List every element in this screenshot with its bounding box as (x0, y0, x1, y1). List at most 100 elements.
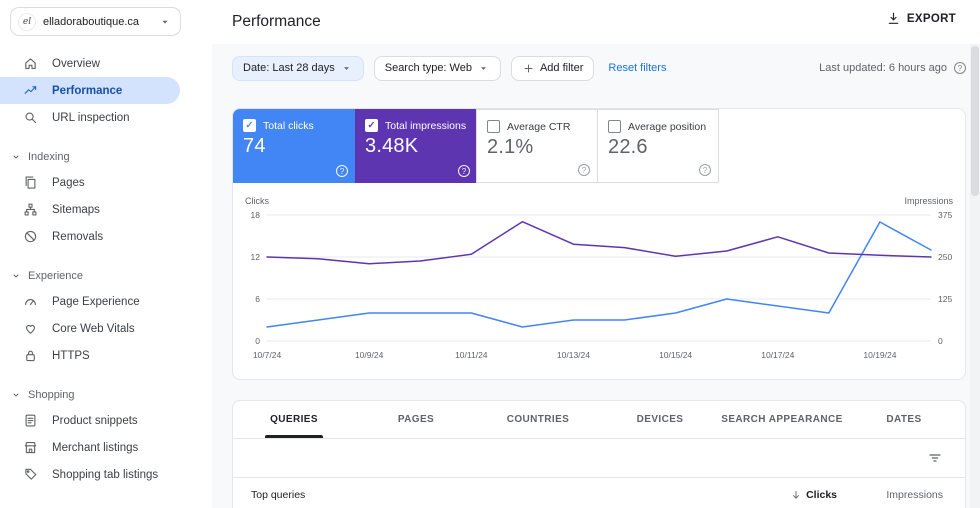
chip-label: Date: Last 28 days (243, 62, 335, 74)
help-icon[interactable] (578, 164, 590, 176)
sidebar-item-performance[interactable]: Performance (0, 77, 180, 104)
core-web-vitals-icon (26, 324, 35, 334)
sidebar-item-label: Overview (52, 57, 100, 70)
chevron-down-icon (13, 274, 19, 278)
tab-devices[interactable]: DEVICES (599, 401, 721, 438)
sidebar-item-merchant-listings[interactable]: Merchant listings (0, 434, 180, 461)
svg-text:6: 6 (255, 294, 260, 304)
filter-chip-row: Date: Last 28 days Search type: Web Add fi… (232, 55, 595, 81)
pages-icon (25, 176, 36, 189)
metric-label: Total clicks (263, 119, 314, 132)
tab-label: PAGES (397, 414, 435, 425)
table-filter-bar (233, 439, 965, 478)
filter-chip-date-last-28-days[interactable]: Date: Last 28 days (232, 55, 364, 81)
sidebar-item-label: URL inspection (52, 111, 130, 124)
tab-pages[interactable]: PAGES (355, 401, 477, 438)
chevron-down-icon (13, 155, 19, 159)
svg-text:18: 18 (251, 210, 261, 220)
sidebar-nav: Overview Performance URL inspection Indexin… (0, 44, 212, 508)
chip-label: Add filter (539, 62, 584, 74)
property-logo-icon: el (18, 12, 36, 31)
help-icon[interactable] (458, 165, 470, 177)
sidebar-item-page-experience[interactable]: Page Experience (0, 288, 180, 315)
svg-text:10/19/24: 10/19/24 (863, 350, 896, 360)
sort-arrow-icon (790, 489, 802, 501)
sidebar-item-https[interactable]: HTTPS (0, 342, 180, 369)
metric-tile-total-impressions[interactable]: Total impressions 3.48K (355, 109, 477, 183)
sidebar-item-label: Shopping tab listings (52, 468, 159, 481)
property-selector[interactable]: el elladoraboutique.ca (10, 7, 181, 36)
tab-bar: QUERIES PAGES COUNTRIES DEVICES SEARCH APPEA… (233, 401, 965, 439)
metric-tile-total-clicks[interactable]: Total clicks 74 (233, 109, 355, 183)
tab-search-appearance[interactable]: SEARCH APPEARANCE (721, 401, 843, 438)
sidebar-item-overview[interactable]: Overview (0, 50, 180, 77)
svg-text:10/17/24: 10/17/24 (761, 350, 794, 360)
metric-checkbox[interactable] (243, 119, 256, 132)
metric-value: 74 (243, 135, 266, 157)
page-title: Performance (232, 13, 321, 30)
svg-text:125: 125 (938, 294, 952, 304)
section-header-security-manual-actions[interactable]: Security & Manual Actions (0, 502, 212, 508)
metric-tile-average-ctr[interactable]: Average CTR 2.1% (476, 109, 598, 183)
svg-text:10/13/24: 10/13/24 (557, 350, 590, 360)
help-icon[interactable] (336, 165, 348, 177)
column-header-clicks[interactable]: Clicks (727, 489, 837, 501)
tab-dates[interactable]: DATES (843, 401, 965, 438)
sidebar-item-label: Removals (52, 230, 104, 243)
filter-chip-search-type-web[interactable]: Search type: Web (373, 55, 501, 81)
sidebar-item-label: Sitemaps (52, 203, 100, 216)
chevron-down-icon (13, 393, 19, 397)
top-bar: el elladoraboutique.ca Performance EXPOR… (0, 0, 980, 44)
home-icon (25, 58, 36, 69)
svg-text:10/7/24: 10/7/24 (253, 350, 282, 360)
section-header-indexing[interactable]: Indexing (0, 145, 212, 169)
section-header-label: Experience (28, 270, 84, 282)
export-button[interactable]: EXPORT (886, 11, 956, 26)
performance-chart[interactable]: 0 0 6 125 12 250 18 375 Clicks Impressions 10/7/24… (245, 195, 955, 375)
metric-label: Average CTR (507, 120, 571, 133)
filter-list-icon[interactable] (927, 450, 943, 466)
dimensions-card: QUERIES PAGES COUNTRIES DEVICES SEARCH APPEA… (232, 400, 966, 508)
svg-text:Impressions: Impressions (904, 196, 953, 206)
section-header-shopping[interactable]: Shopping (0, 383, 212, 407)
tab-label: QUERIES (270, 414, 318, 425)
sidebar-item-core-web-vitals[interactable]: Core Web Vitals (0, 315, 180, 342)
metric-tile-average-position[interactable]: Average position 22.6 (597, 109, 719, 183)
sidebar-item-url-inspection[interactable]: URL inspection (0, 104, 180, 131)
help-icon[interactable] (699, 164, 711, 176)
column-header-top-queries[interactable]: Top queries (251, 489, 727, 501)
product-snippets-icon (25, 414, 36, 427)
download-icon (886, 11, 901, 26)
sidebar-item-product-snippets[interactable]: Product snippets (0, 407, 180, 434)
svg-text:375: 375 (938, 210, 952, 220)
plus-icon (522, 62, 535, 75)
tab-label: DEVICES (636, 414, 684, 425)
sidebar-item-shopping-tab-listings[interactable]: Shopping tab listings (0, 461, 180, 488)
filter-row: Date: Last 28 days Search type: Web Add fi… (232, 54, 966, 82)
caret-down-icon (477, 62, 490, 75)
metric-checkbox[interactable] (365, 119, 378, 132)
scrollbar[interactable] (970, 44, 980, 508)
clicks-label: Clicks (806, 489, 837, 501)
sidebar-item-sitemaps[interactable]: Sitemaps (0, 196, 180, 223)
scrollbar-thumb[interactable] (971, 46, 979, 196)
tab-countries[interactable]: COUNTRIES (477, 401, 599, 438)
metric-value: 22.6 (608, 136, 648, 158)
help-icon[interactable] (954, 62, 966, 74)
https-icon (26, 350, 35, 362)
svg-text:12: 12 (251, 252, 261, 262)
reset-filters-link[interactable]: Reset filters (608, 62, 666, 74)
section-header-experience[interactable]: Experience (0, 264, 212, 288)
sidebar-item-label: Core Web Vitals (52, 322, 135, 335)
metric-checkbox[interactable] (608, 120, 621, 133)
metric-checkbox[interactable] (487, 120, 500, 133)
column-header-impressions[interactable]: Impressions (837, 489, 943, 501)
tab-queries[interactable]: QUERIES (233, 401, 355, 438)
table-header-row: Top queries Clicks Impressions (233, 478, 965, 508)
filter-chip-add-filter[interactable]: Add filter (510, 55, 595, 81)
tab-label: SEARCH APPEARANCE (721, 414, 843, 425)
removals-icon (24, 230, 37, 243)
sidebar-item-pages[interactable]: Pages (0, 169, 180, 196)
svg-text:0: 0 (938, 336, 943, 346)
sidebar-item-removals[interactable]: Removals (0, 223, 180, 250)
